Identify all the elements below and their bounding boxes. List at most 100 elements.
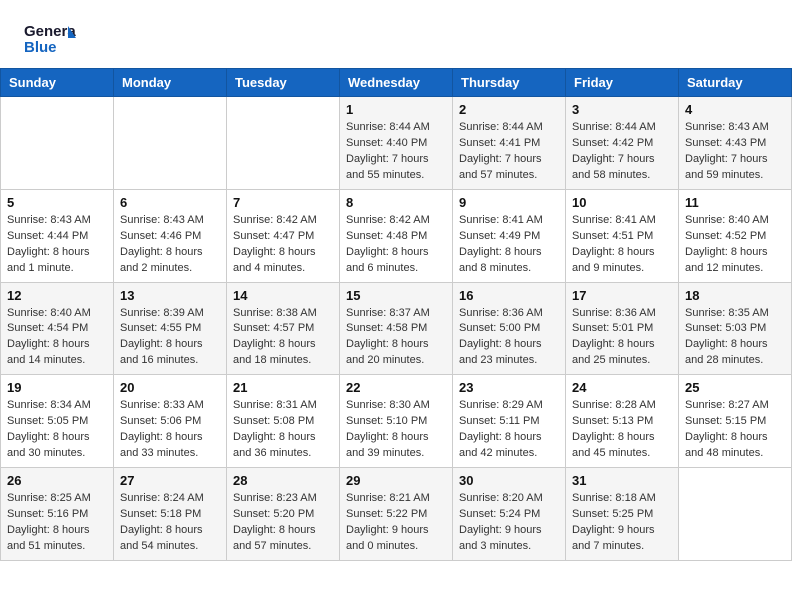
calendar-cell: 21Sunrise: 8:31 AM Sunset: 5:08 PM Dayli… (227, 375, 340, 468)
day-number: 28 (233, 473, 333, 488)
weekday-header-tuesday: Tuesday (227, 69, 340, 97)
day-number: 1 (346, 102, 446, 117)
calendar-cell: 25 Sunrise: 8:27 AM Sunset: 5:15 PM Dayli… (679, 375, 792, 468)
day-number: 14 (233, 288, 333, 303)
day-number: 13 (120, 288, 220, 303)
day-info: Sunrise: 8:24 AM Sunset: 5:18 PM Dayligh… (120, 491, 220, 555)
day-number: 26 (7, 473, 107, 488)
day-info: Sunrise: 8:38 AM Sunset: 4:57 PM Dayligh… (233, 306, 333, 370)
day-info: Sunrise: 8:37 AM Sunset: 4:58 PM Dayligh… (346, 306, 446, 370)
calendar-cell: 22 Sunrise: 8:30 AM Sunset: 5:10 PM Dayli… (340, 375, 453, 468)
day-number: 7 (233, 195, 333, 210)
day-number: 8 (346, 195, 446, 210)
day-info: Sunrise: 8:33 AM Sunset: 5:06 PM Dayligh… (120, 398, 220, 462)
calendar-cell (114, 97, 227, 190)
day-info: Sunrise: 8:27 AM Sunset: 5:15 PM Dayligh… (685, 398, 785, 462)
day-info: Sunrise: 8:40 AM Sunset: 4:54 PM Dayligh… (7, 306, 107, 370)
page-header: GeneralBlue (0, 0, 792, 68)
day-number: 30 (459, 473, 559, 488)
calendar-cell: 31 Sunrise: 8:18 AM Sunset: 5:25 PM Dayli… (566, 468, 679, 561)
day-number: 23 (459, 380, 559, 395)
day-info: Sunrise: 8:35 AM Sunset: 5:03 PM Dayligh… (685, 306, 785, 370)
calendar-cell (1, 97, 114, 190)
day-info: Sunrise: 8:23 AM Sunset: 5:20 PM Dayligh… (233, 491, 333, 555)
calendar-week-row: 1 Sunrise: 8:44 AM Sunset: 4:40 PM Daylig… (1, 97, 792, 190)
calendar-cell: 4 Sunrise: 8:43 AM Sunset: 4:43 PM Daylig… (679, 97, 792, 190)
calendar-cell: 2Sunrise: 8:44 AM Sunset: 4:41 PM Daylig… (453, 97, 566, 190)
day-number: 25 (685, 380, 785, 395)
day-info: Sunrise: 8:28 AM Sunset: 5:13 PM Dayligh… (572, 398, 672, 462)
calendar-cell: 16Sunrise: 8:36 AM Sunset: 5:00 PM Dayli… (453, 282, 566, 375)
day-info: Sunrise: 8:34 AM Sunset: 5:05 PM Dayligh… (7, 398, 107, 462)
day-number: 24 (572, 380, 672, 395)
day-number: 19 (7, 380, 107, 395)
day-info: Sunrise: 8:20 AM Sunset: 5:24 PM Dayligh… (459, 491, 559, 555)
day-number: 20 (120, 380, 220, 395)
calendar-cell: 11Sunrise: 8:40 AM Sunset: 4:52 PM Dayli… (679, 189, 792, 282)
calendar-table: SundayMondayTuesdayWednesdayThursdayFrid… (0, 68, 792, 561)
day-number: 27 (120, 473, 220, 488)
calendar-week-row: 5Sunrise: 8:43 AM Sunset: 4:44 PM Daylig… (1, 189, 792, 282)
calendar-week-row: 26Sunrise: 8:25 AM Sunset: 5:16 PM Dayli… (1, 468, 792, 561)
day-number: 3 (572, 102, 672, 117)
day-info: Sunrise: 8:30 AM Sunset: 5:10 PM Dayligh… (346, 398, 446, 462)
day-info: Sunrise: 8:42 AM Sunset: 4:48 PM Dayligh… (346, 213, 446, 277)
calendar-cell: 24 Sunrise: 8:28 AM Sunset: 5:13 PM Dayli… (566, 375, 679, 468)
day-number: 10 (572, 195, 672, 210)
day-info: Sunrise: 8:39 AM Sunset: 4:55 PM Dayligh… (120, 306, 220, 370)
day-number: 4 (685, 102, 785, 117)
calendar-cell: 17Sunrise: 8:36 AM Sunset: 5:01 PM Dayli… (566, 282, 679, 375)
day-info: Sunrise: 8:43 AM Sunset: 4:43 PM Dayligh… (685, 120, 785, 184)
calendar-cell: 12 Sunrise: 8:40 AM Sunset: 4:54 PM Dayli… (1, 282, 114, 375)
day-number: 29 (346, 473, 446, 488)
weekday-header-saturday: Saturday (679, 69, 792, 97)
calendar-cell: 29 Sunrise: 8:21 AM Sunset: 5:22 PM Dayli… (340, 468, 453, 561)
day-info: Sunrise: 8:18 AM Sunset: 5:25 PM Dayligh… (572, 491, 672, 555)
calendar-cell: 9 Sunrise: 8:41 AM Sunset: 4:49 PM Daylig… (453, 189, 566, 282)
day-info: Sunrise: 8:40 AM Sunset: 4:52 PM Dayligh… (685, 213, 785, 277)
day-number: 15 (346, 288, 446, 303)
weekday-header-wednesday: Wednesday (340, 69, 453, 97)
day-info: Sunrise: 8:41 AM Sunset: 4:49 PM Dayligh… (459, 213, 559, 277)
calendar-cell (679, 468, 792, 561)
calendar-cell: 26Sunrise: 8:25 AM Sunset: 5:16 PM Dayli… (1, 468, 114, 561)
calendar-week-row: 12 Sunrise: 8:40 AM Sunset: 4:54 PM Dayli… (1, 282, 792, 375)
weekday-header-friday: Friday (566, 69, 679, 97)
day-info: Sunrise: 8:21 AM Sunset: 5:22 PM Dayligh… (346, 491, 446, 555)
calendar-cell: 8 Sunrise: 8:42 AM Sunset: 4:48 PM Daylig… (340, 189, 453, 282)
day-info: Sunrise: 8:29 AM Sunset: 5:11 PM Dayligh… (459, 398, 559, 462)
logo-svg: GeneralBlue (24, 18, 76, 58)
calendar-cell: 3 Sunrise: 8:44 AM Sunset: 4:42 PM Daylig… (566, 97, 679, 190)
day-info: Sunrise: 8:44 AM Sunset: 4:40 PM Dayligh… (346, 120, 446, 184)
day-info: Sunrise: 8:43 AM Sunset: 4:44 PM Dayligh… (7, 213, 107, 277)
calendar-cell: 20 Sunrise: 8:33 AM Sunset: 5:06 PM Dayli… (114, 375, 227, 468)
day-number: 22 (346, 380, 446, 395)
calendar-cell: 13 Sunrise: 8:39 AM Sunset: 4:55 PM Dayli… (114, 282, 227, 375)
day-number: 17 (572, 288, 672, 303)
day-number: 21 (233, 380, 333, 395)
calendar-cell: 15 Sunrise: 8:37 AM Sunset: 4:58 PM Dayli… (340, 282, 453, 375)
day-info: Sunrise: 8:44 AM Sunset: 4:41 PM Dayligh… (459, 120, 559, 184)
day-number: 9 (459, 195, 559, 210)
day-number: 31 (572, 473, 672, 488)
calendar-cell: 7 Sunrise: 8:42 AM Sunset: 4:47 PM Daylig… (227, 189, 340, 282)
calendar-cell: 10Sunrise: 8:41 AM Sunset: 4:51 PM Dayli… (566, 189, 679, 282)
calendar-cell: 1 Sunrise: 8:44 AM Sunset: 4:40 PM Daylig… (340, 97, 453, 190)
day-info: Sunrise: 8:42 AM Sunset: 4:47 PM Dayligh… (233, 213, 333, 277)
calendar-cell: 27 Sunrise: 8:24 AM Sunset: 5:18 PM Dayli… (114, 468, 227, 561)
calendar-cell: 23 Sunrise: 8:29 AM Sunset: 5:11 PM Dayli… (453, 375, 566, 468)
calendar-cell (227, 97, 340, 190)
day-number: 18 (685, 288, 785, 303)
calendar-cell: 28 Sunrise: 8:23 AM Sunset: 5:20 PM Dayli… (227, 468, 340, 561)
calendar-cell: 18 Sunrise: 8:35 AM Sunset: 5:03 PM Dayli… (679, 282, 792, 375)
svg-text:Blue: Blue (24, 39, 57, 56)
weekday-header-sunday: Sunday (1, 69, 114, 97)
day-number: 16 (459, 288, 559, 303)
calendar-cell: 14 Sunrise: 8:38 AM Sunset: 4:57 PM Dayli… (227, 282, 340, 375)
weekday-header-row: SundayMondayTuesdayWednesdayThursdayFrid… (1, 69, 792, 97)
calendar-cell: 5Sunrise: 8:43 AM Sunset: 4:44 PM Daylig… (1, 189, 114, 282)
day-info: Sunrise: 8:44 AM Sunset: 4:42 PM Dayligh… (572, 120, 672, 184)
day-number: 12 (7, 288, 107, 303)
logo: GeneralBlue (24, 18, 76, 58)
calendar-cell: 6Sunrise: 8:43 AM Sunset: 4:46 PM Daylig… (114, 189, 227, 282)
